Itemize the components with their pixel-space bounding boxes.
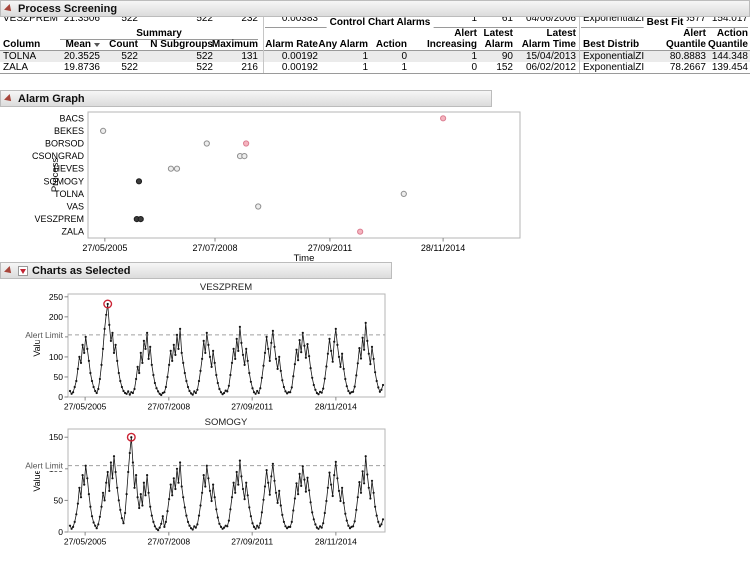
y-axis-tick-label: 50	[54, 372, 64, 382]
process-summary-table: VESZPREM21.35065225222320.003832116104/0…	[0, 17, 750, 74]
cell-latest_alarm_time: 04/06/2006	[498, 17, 576, 24]
cell-action: 1	[329, 62, 407, 73]
cell-latest_alarm_time: 15/04/2013	[498, 51, 576, 62]
x-axis-tick-label: 27/07/2008	[192, 243, 237, 253]
column-header-latest_alarm_time[interactable]: Alarm Time	[498, 39, 576, 50]
y-axis-tick-label: 150	[49, 432, 63, 442]
y-axis-tick-label: 0	[58, 527, 63, 537]
disclosure-triangle-icon[interactable]	[4, 4, 14, 14]
x-axis-tick-label: 27/05/2005	[64, 402, 107, 412]
somogy-chart: SOMOGY050100150ValueAlert Limit27/05/200…	[0, 415, 540, 549]
alarm-point-heves[interactable]	[168, 166, 173, 171]
section-header-process-screening[interactable]: Process Screening	[0, 0, 750, 17]
chart-title: SOMOGY	[205, 417, 248, 428]
column-group-divider	[579, 17, 580, 73]
y-axis-tick-label: 250	[49, 292, 63, 302]
y-axis-title: Process	[50, 158, 61, 193]
x-axis-tick-label: 27/09/2011	[231, 537, 273, 547]
alarm-point-veszprem[interactable]	[138, 217, 143, 222]
process-screening-window: Process Screening VESZPREM21.35065225222…	[0, 0, 750, 563]
column-header-action[interactable]: Action	[329, 39, 407, 50]
chart-title: VESZPREM	[200, 282, 252, 293]
x-axis-tick-label: 28/11/2014	[315, 537, 357, 547]
cell-action_quantile: 144.348	[670, 51, 748, 62]
cell-action_quantile: 139.454	[670, 62, 748, 73]
y-axis-title: Value	[32, 469, 42, 491]
alert-limit-label: Alert Limit	[25, 330, 63, 340]
y-axis-category-label: BEKES	[54, 126, 84, 136]
disclosure-triangle-icon[interactable]	[4, 266, 14, 276]
y-axis-tick-label: 100	[49, 352, 63, 362]
alarm-point-heves[interactable]	[174, 166, 179, 171]
alarm-point-borsod[interactable]	[204, 141, 209, 146]
section-title-alarm-graph: Alarm Graph	[18, 93, 85, 105]
x-axis-tick-label: 27/05/2005	[82, 243, 127, 253]
veszprem-plot: VESZPREM050100150200250ValueAlert Limit2…	[0, 280, 540, 414]
column-header-count[interactable]: Count	[60, 39, 138, 50]
x-axis-tick-label: 27/07/2008	[148, 537, 191, 547]
x-axis-tick-label: 27/09/2011	[308, 243, 352, 253]
veszprem-chart: VESZPREM050100150200250ValueAlert Limit2…	[0, 280, 540, 414]
x-axis-title: Time	[294, 253, 315, 262]
x-axis-tick-label: 27/09/2011	[231, 402, 273, 412]
plot-frame[interactable]	[88, 112, 520, 238]
cell-count: 522	[60, 51, 138, 62]
column-header-action_quantile[interactable]: Action	[670, 28, 748, 39]
y-axis-category-label: VESZPREM	[34, 214, 84, 224]
y-axis-tick-label: 0	[58, 392, 63, 402]
y-axis-category-label: VAS	[67, 202, 84, 212]
x-axis-tick-label: 27/07/2008	[148, 402, 191, 412]
disclosure-triangle-icon[interactable]	[4, 94, 14, 104]
column-header-latest_alarm_time[interactable]: Latest	[498, 28, 576, 39]
alarm-point-bekes[interactable]	[101, 128, 106, 133]
alarm-point-vas[interactable]	[256, 204, 261, 209]
y-axis-tick-label: 200	[49, 312, 63, 322]
y-axis-category-label: BORSOD	[45, 139, 85, 149]
section-title-process-screening: Process Screening	[18, 3, 117, 15]
column-header-action_quantile[interactable]: Quantile	[670, 39, 748, 50]
red-triangle-menu-icon[interactable]	[18, 266, 28, 276]
section-title-charts-as-selected: Charts as Selected	[32, 265, 130, 277]
x-axis-tick-label: 27/05/2005	[64, 537, 107, 547]
alarm-graph: BACSBEKESBORSODCSONGRADHEVESSOMOGYTOLNAV…	[0, 108, 540, 262]
somogy-plot: SOMOGY050100150ValueAlert Limit27/05/200…	[0, 415, 540, 549]
alarm-point-csongrad[interactable]	[242, 154, 247, 159]
y-axis-category-label: ZALA	[61, 227, 84, 237]
cell-action: 0	[329, 51, 407, 62]
x-axis-tick-label: 28/11/2014	[315, 402, 357, 412]
alarm-point-bacs[interactable]	[441, 116, 446, 121]
cell-count: 522	[60, 17, 138, 24]
table-row[interactable]: ZALA19.87365225222160.0019211015206/02/2…	[0, 62, 750, 73]
table-row[interactable]: TOLNA20.35255225221310.001921019015/04/2…	[0, 51, 750, 62]
column-group-divider	[263, 17, 264, 73]
cell-count: 522	[60, 62, 138, 73]
section-header-alarm-graph[interactable]: Alarm Graph	[0, 90, 492, 107]
column-group-label: Best Fit	[644, 17, 687, 28]
alarm-graph-plot: BACSBEKESBORSODCSONGRADHEVESSOMOGYTOLNAV…	[0, 108, 540, 262]
alarm-point-zala[interactable]	[358, 229, 363, 234]
alarm-point-tolna[interactable]	[401, 191, 406, 196]
y-axis-category-label: BACS	[59, 113, 84, 123]
column-group-label: Summary	[133, 28, 185, 39]
cell-latest_alarm_time: 06/02/2012	[498, 62, 576, 73]
column-group-label: Control Chart Alarms	[327, 17, 434, 28]
alert-limit-label: Alert Limit	[25, 461, 63, 471]
table-bottom-line	[0, 73, 750, 74]
alarm-point-borsod[interactable]	[244, 141, 249, 146]
section-header-charts-as-selected[interactable]: Charts as Selected	[0, 262, 392, 279]
alarm-point-somogy[interactable]	[136, 179, 141, 184]
x-axis-tick-label: 28/11/2014	[421, 243, 465, 253]
y-axis-tick-label: 50	[54, 495, 64, 505]
